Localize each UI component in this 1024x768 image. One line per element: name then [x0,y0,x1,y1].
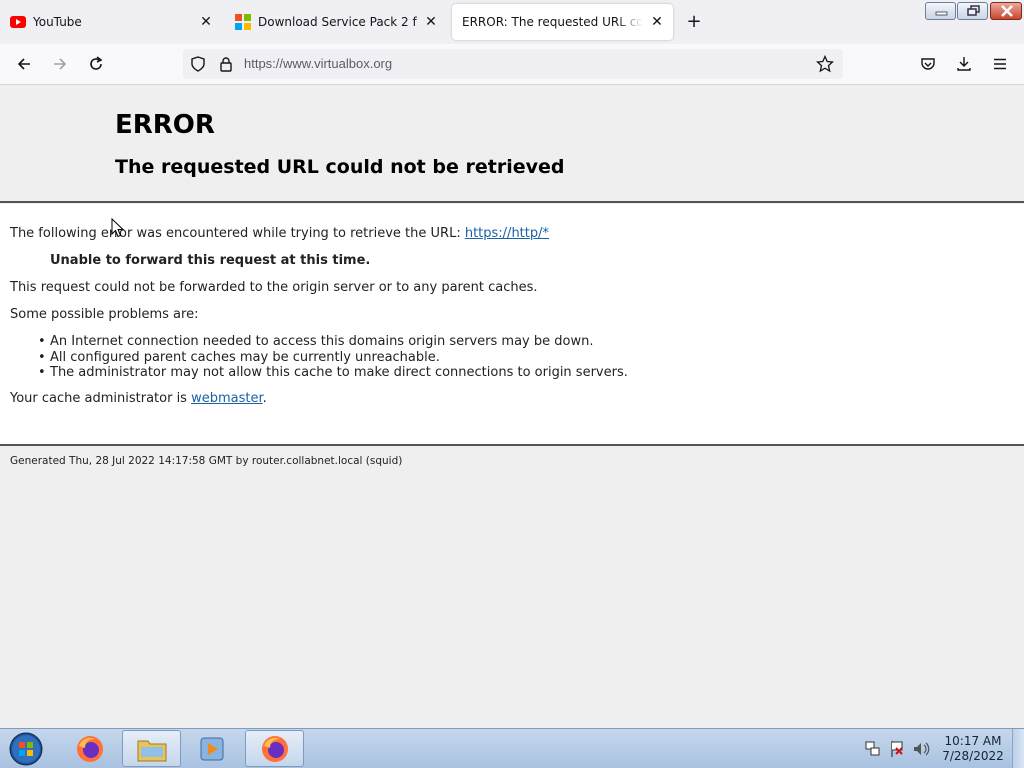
tab-service-pack[interactable]: Download Service Pack 2 for Windows ✕ [225,4,447,40]
firefox-icon [261,735,288,762]
error-prefix: The following error was encountered whil… [10,226,465,241]
admin-suffix: . [262,391,267,406]
lock-icon [220,57,232,72]
taskbar-explorer[interactable] [122,730,181,767]
star-icon [816,55,834,73]
generated-footer: Generated Thu, 28 Jul 2022 14:17:58 GMT … [10,455,403,467]
taskbar-clock[interactable]: 10:17 AM 7/28/2022 [940,734,1006,764]
error-body: The following error was encountered whil… [0,204,1024,446]
volume-icon[interactable] [914,742,930,756]
admin-line: Your cache administrator is webmaster. [10,391,267,406]
firefox-icon [76,735,103,762]
list-item: All configured parent caches may be curr… [38,350,628,366]
close-icon [1001,5,1013,17]
error-explanation: This request could not be forwarded to t… [10,280,538,295]
bookmark-button[interactable] [815,54,835,74]
url-text[interactable]: https://www.virtualbox.org [244,56,392,71]
page-subtitle: The requested URL could not be retrieved [115,156,565,178]
new-tab-button[interactable]: + [684,12,704,32]
taskbar-firefox-pinned[interactable] [60,730,119,767]
back-arrow-icon [17,58,30,70]
webmaster-link[interactable]: webmaster [191,391,263,406]
minimize-button[interactable] [925,2,956,20]
problems-heading: Some possible problems are: [10,307,199,322]
tab-label: YouTube [33,15,82,29]
menu-button[interactable] [990,54,1010,74]
forward-button[interactable] [50,54,70,74]
clock-date: 7/28/2022 [942,749,1004,763]
navigation-toolbar: https://www.virtualbox.org [0,44,1024,85]
restore-button[interactable] [957,2,988,20]
reload-button[interactable] [86,54,106,74]
forward-arrow-icon [54,58,67,70]
hamburger-menu-icon [994,58,1006,70]
download-icon [957,57,971,71]
mouse-cursor-icon [111,218,125,238]
close-tab-icon[interactable]: ✕ [649,14,665,30]
microsoft-icon [235,14,251,30]
page-title: ERROR [115,110,215,140]
pocket-button[interactable] [918,54,938,74]
pocket-icon [921,58,935,70]
shield-icon [191,56,205,72]
tracking-protection-button[interactable] [188,54,208,74]
error-url-link[interactable]: https://http/* [465,226,549,241]
youtube-icon [10,16,26,28]
close-tab-icon[interactable]: ✕ [198,14,214,30]
site-info-button[interactable] [216,54,236,74]
action-center-icon[interactable] [891,741,903,757]
admin-prefix: Your cache administrator is [10,391,192,406]
list-item: The administrator may not allow this cac… [38,365,628,381]
windows-start-orb-icon [9,732,43,766]
back-button[interactable] [14,54,34,74]
clock-time: 10:17 AM [944,734,1002,748]
restore-icon [967,5,980,16]
taskbar-media-player[interactable] [182,730,241,767]
reload-icon [90,56,103,70]
tab-error[interactable]: ERROR: The requested URL could not be re… [452,4,673,40]
tab-strip: YouTube ✕ Download Service Pack 2 for Wi… [0,0,1024,44]
error-header: ERROR The requested URL could not be ret… [0,85,1024,203]
error-message: Unable to forward this request at this t… [50,253,371,268]
tab-youtube[interactable]: YouTube ✕ [0,4,222,40]
taskbar-firefox-active[interactable] [245,730,304,767]
close-tab-icon[interactable]: ✕ [423,14,439,30]
taskbar: 10:17 AM 7/28/2022 [0,728,1024,768]
downloads-button[interactable] [954,54,974,74]
media-player-icon [200,737,223,760]
page-content: ERROR The requested URL could not be ret… [0,85,1024,728]
tab-label: ERROR: The requested URL could not be re… [462,15,643,29]
start-button[interactable] [6,731,46,767]
system-tray [865,741,930,757]
minimize-icon [935,11,948,16]
folder-icon [137,740,166,761]
url-bar[interactable]: https://www.virtualbox.org [183,49,843,79]
error-line: The following error was encountered whil… [10,226,549,241]
network-icon[interactable] [865,741,880,756]
show-desktop-button[interactable] [1012,729,1024,768]
problems-list: An Internet connection needed to access … [38,334,628,381]
list-item: An Internet connection needed to access … [38,334,628,350]
tab-label: Download Service Pack 2 for Windows [258,15,417,29]
close-window-button[interactable] [990,2,1022,20]
